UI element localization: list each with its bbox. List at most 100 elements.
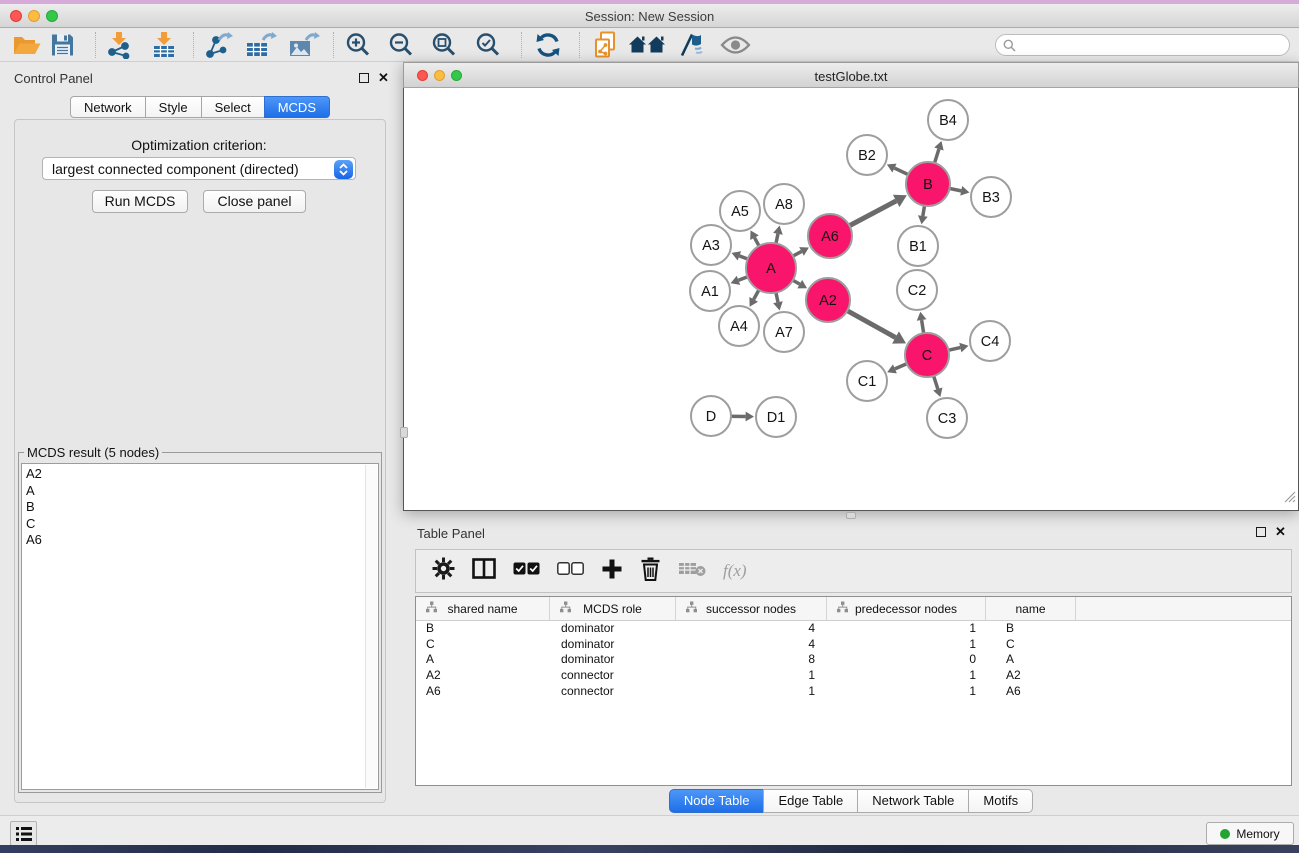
zoom-fit-icon[interactable]: [431, 31, 458, 58]
criterion-dropdown[interactable]: largest connected component (directed): [42, 157, 356, 180]
cell[interactable]: connector: [550, 684, 676, 700]
graph-node-A6[interactable]: A6: [808, 214, 852, 258]
tab-mcds[interactable]: MCDS: [264, 96, 330, 118]
search-input[interactable]: [1020, 38, 1289, 52]
table-row-A[interactable]: Adominator80A: [416, 652, 1291, 668]
graph-node-A4[interactable]: A4: [719, 306, 759, 346]
result-item-B[interactable]: B: [26, 499, 374, 516]
graph-node-B[interactable]: B: [906, 162, 950, 206]
float-panel-icon[interactable]: [359, 73, 369, 83]
result-item-A6[interactable]: A6: [26, 532, 374, 549]
graph-node-A2[interactable]: A2: [806, 278, 850, 322]
graph-node-B1[interactable]: B1: [898, 226, 938, 266]
tab-motifs[interactable]: Motifs: [968, 789, 1033, 813]
graph-node-C[interactable]: C: [905, 333, 949, 377]
cell[interactable]: 4: [676, 637, 827, 653]
graph-node-A7[interactable]: A7: [764, 312, 804, 352]
table-settings-gear-icon[interactable]: [432, 557, 455, 585]
cell[interactable]: 1: [676, 684, 827, 700]
import-table-icon[interactable]: [150, 31, 178, 59]
graph-node-C1[interactable]: C1: [847, 361, 887, 401]
tab-edge-table[interactable]: Edge Table: [763, 789, 858, 813]
zoom-in-icon[interactable]: [345, 31, 372, 58]
cell[interactable]: A: [986, 652, 1076, 668]
column-header-mcds-role[interactable]: MCDS role: [550, 597, 676, 620]
cell[interactable]: A: [416, 652, 550, 668]
splitter-grip[interactable]: [400, 427, 408, 438]
cell[interactable]: A6: [986, 684, 1076, 700]
table-row-C[interactable]: Cdominator41C: [416, 637, 1291, 653]
export-image-icon[interactable]: [288, 31, 320, 59]
home-icon[interactable]: [629, 33, 666, 56]
resize-grip-icon[interactable]: [1284, 490, 1296, 508]
result-scrollbar[interactable]: [365, 465, 377, 788]
cell[interactable]: 4: [676, 621, 827, 637]
graph-node-B3[interactable]: B3: [971, 177, 1011, 217]
graph-node-A[interactable]: A: [746, 243, 796, 293]
memory-button[interactable]: Memory: [1206, 822, 1294, 845]
table-row-B[interactable]: Bdominator41B: [416, 621, 1291, 637]
column-header-successor-nodes[interactable]: successor nodes: [676, 597, 827, 620]
cell[interactable]: A2: [986, 668, 1076, 684]
cell[interactable]: 1: [676, 668, 827, 684]
table-row-A2[interactable]: A2connector11A2: [416, 668, 1291, 684]
graph-node-D1[interactable]: D1: [756, 397, 796, 437]
table-row-A6[interactable]: A6connector11A6: [416, 684, 1291, 700]
column-header-shared-name[interactable]: shared name: [416, 597, 550, 620]
result-item-A2[interactable]: A2: [26, 466, 374, 483]
deselect-all-columns-icon[interactable]: [557, 562, 584, 580]
close-panel-button[interactable]: Close panel: [203, 190, 306, 213]
cell[interactable]: 1: [827, 621, 986, 637]
cell[interactable]: dominator: [550, 621, 676, 637]
export-network-icon[interactable]: [203, 31, 233, 59]
cell[interactable]: 0: [827, 652, 986, 668]
cell[interactable]: B: [416, 621, 550, 637]
dropdown-stepper-icon[interactable]: [334, 160, 353, 179]
tab-node-table[interactable]: Node Table: [669, 789, 765, 813]
cell[interactable]: 1: [827, 684, 986, 700]
zoom-out-icon[interactable]: [388, 31, 415, 58]
add-column-icon[interactable]: [601, 558, 623, 585]
column-header-predecessor-nodes[interactable]: predecessor nodes: [827, 597, 986, 620]
cell[interactable]: dominator: [550, 652, 676, 668]
result-item-A[interactable]: A: [26, 483, 374, 500]
cell[interactable]: 8: [676, 652, 827, 668]
close-panel-icon[interactable]: ✕: [1275, 527, 1286, 537]
graph-node-A5[interactable]: A5: [720, 191, 760, 231]
function-builder-icon[interactable]: f(x): [723, 561, 747, 581]
graphics-details-icon[interactable]: [676, 31, 703, 58]
cell[interactable]: A2: [416, 668, 550, 684]
save-session-icon[interactable]: [50, 32, 75, 57]
export-table-icon[interactable]: [245, 31, 277, 59]
graph-node-C2[interactable]: C2: [897, 270, 937, 310]
cell[interactable]: connector: [550, 668, 676, 684]
graph-node-A3[interactable]: A3: [691, 225, 731, 265]
float-panel-icon[interactable]: [1256, 527, 1266, 537]
cell[interactable]: B: [986, 621, 1076, 637]
show-hide-details-eye-icon[interactable]: [720, 35, 751, 55]
cell[interactable]: C: [416, 637, 550, 653]
close-panel-icon[interactable]: ✕: [378, 73, 389, 83]
network-graph[interactable]: B4B2BB3A8A5A6A3B1AA1C2A2A4A7C4CC1C3DD1: [404, 88, 1298, 509]
graph-node-A1[interactable]: A1: [690, 271, 730, 311]
import-network-icon[interactable]: [105, 31, 133, 59]
cell[interactable]: A6: [416, 684, 550, 700]
run-mcds-button[interactable]: Run MCDS: [92, 190, 188, 213]
network-canvas[interactable]: B4B2BB3A8A5A6A3B1AA1C2A2A4A7C4CC1C3DD1: [403, 88, 1299, 511]
result-item-C[interactable]: C: [26, 516, 374, 533]
tab-select[interactable]: Select: [201, 96, 265, 118]
column-header-name[interactable]: name: [986, 597, 1076, 620]
split-view-icon[interactable]: [472, 558, 496, 584]
zoom-selected-icon[interactable]: [475, 31, 502, 58]
refresh-icon[interactable]: [534, 31, 562, 58]
splitter-grip[interactable]: [846, 512, 856, 519]
delete-column-trash-icon[interactable]: [640, 557, 661, 586]
cell[interactable]: 1: [827, 668, 986, 684]
search-field[interactable]: [995, 34, 1290, 56]
tab-network[interactable]: Network: [70, 96, 146, 118]
select-all-columns-icon[interactable]: [513, 562, 540, 580]
copy-network-icon[interactable]: [592, 30, 618, 59]
task-history-button[interactable]: [10, 821, 37, 846]
network-titlebar[interactable]: testGlobe.txt: [403, 62, 1299, 88]
graph-node-A8[interactable]: A8: [764, 184, 804, 224]
